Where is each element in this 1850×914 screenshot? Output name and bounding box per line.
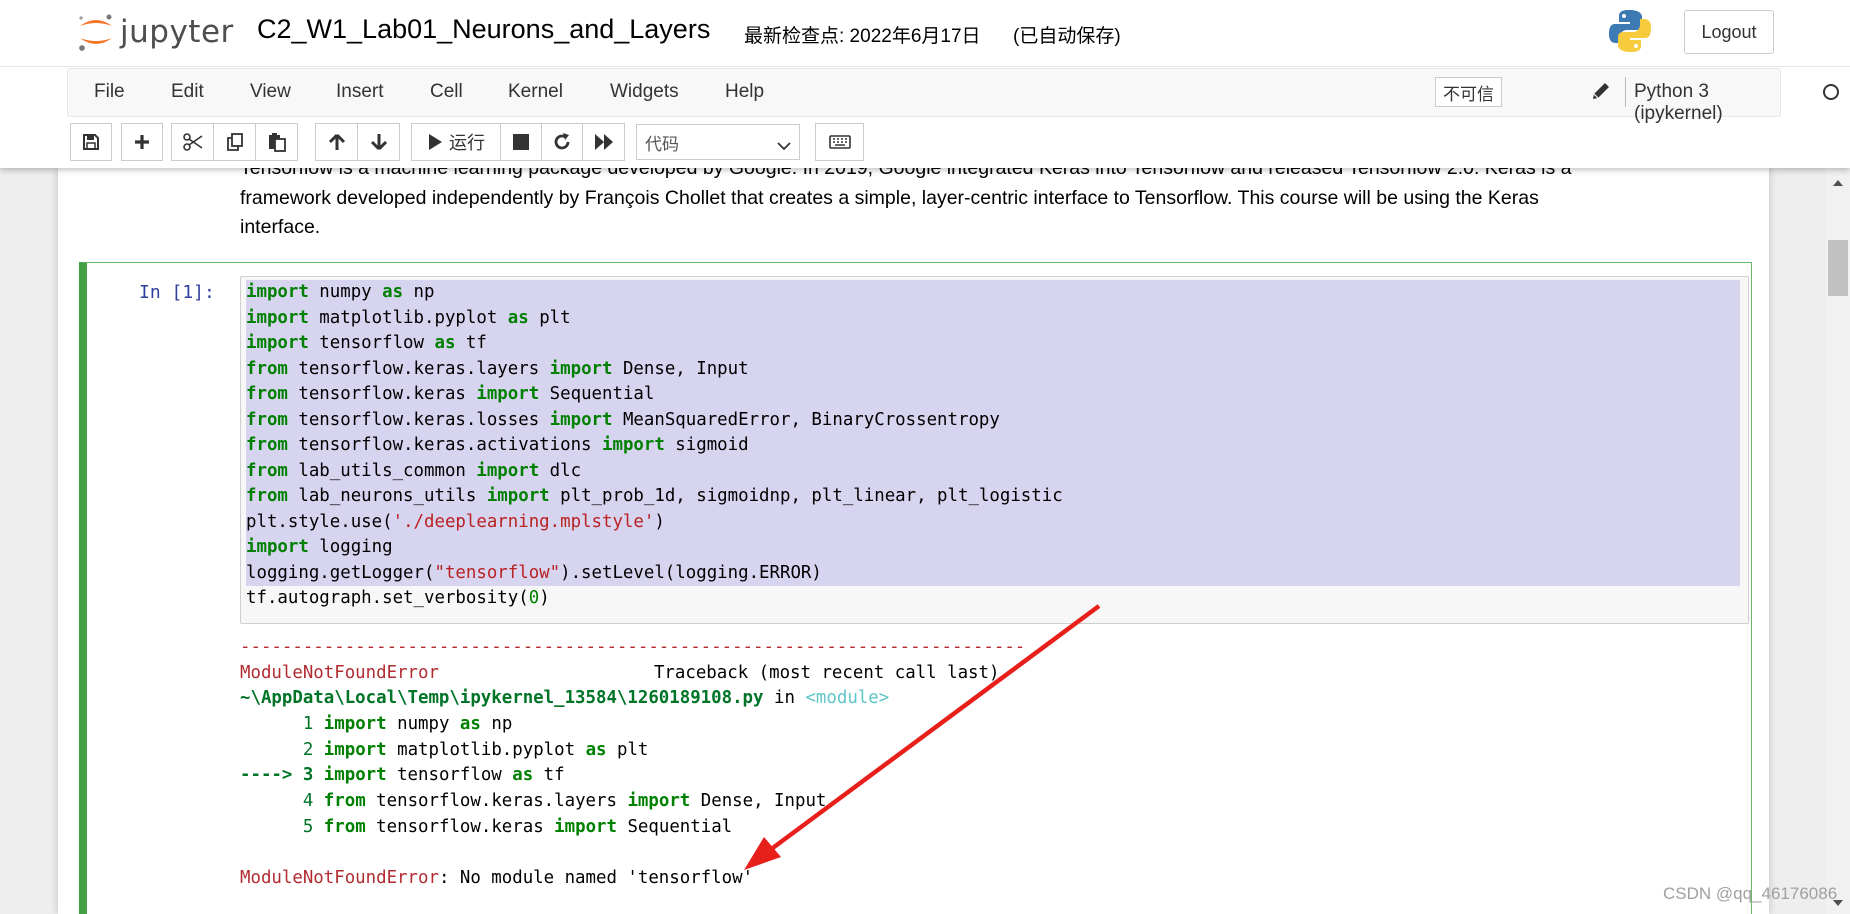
restart-icon [552,132,572,152]
code-line: from tensorflow.keras.losses import Mean… [246,407,1740,433]
autosave-status: (已自动保存) [1013,26,1121,47]
scrollbar-thumb[interactable] [1828,240,1848,296]
traceback-line: 2 import matplotlib.pyplot as plt [302,739,649,760]
error-name: ModuleNotFoundError [240,662,439,683]
final-error-message: : No module named 'tensorflow' [438,868,754,889]
header-top-bar: jupyter C2_W1_Lab01_Neurons_and_Layers 最… [0,0,1850,67]
page-scrollbar[interactable] [1826,168,1850,914]
traceback-header: ModuleNotFoundError Traceback (most recen… [240,661,1640,687]
menu-file[interactable]: File [94,81,125,103]
checkpoint-status: 最新检查点: 2022年6月17日 [744,26,981,47]
save-button[interactable] [70,123,112,161]
plus-icon [133,133,151,151]
markdown-line: Tensorflow is a machine learning package… [240,168,1572,179]
cell-type-dropdown[interactable]: 代码 [636,124,800,160]
cell-type-value: 代码 [645,134,679,154]
kernel-separator [1625,77,1626,107]
final-error-name: ModuleNotFoundError [240,868,439,889]
code-line: import matplotlib.pyplot as plt [246,305,1740,331]
kernel-idle-indicator [1823,84,1839,100]
code-line: plt.style.use('./deeplearning.mplstyle') [246,509,1740,535]
notebook-container: Tensorflow is a machine learning package… [58,168,1769,914]
in-word: in [774,688,795,709]
move-up-button[interactable] [315,123,358,161]
restart-kernel-button[interactable] [541,123,583,161]
paste-button[interactable] [255,123,298,161]
traceback-lines: 1 import numpy as np 2 import matplotlib… [240,712,1640,840]
code-line: from tensorflow.keras import Sequential [246,382,1740,408]
cut-icon [182,133,203,151]
insert-cell-button[interactable] [121,123,163,161]
file-path: ~\AppData\Local\Temp\ipykernel_13584\126… [240,688,764,709]
traceback-line: 5 from tensorflow.keras import Sequentia… [302,816,733,837]
traceback-line: 1 import numpy as np [302,714,513,735]
restart-run-all-button[interactable] [582,123,625,161]
menu-kernel[interactable]: Kernel [508,81,563,103]
python-logo-icon [1608,8,1652,54]
code-line: from lab_neurons_utils import plt_prob_1… [246,484,1740,510]
code-line: import tensorflow as tf [246,331,1740,357]
logout-button[interactable]: Logout [1684,10,1774,54]
play-icon [427,133,443,151]
move-down-button[interactable] [357,123,400,161]
kernel-name[interactable]: Python 3 (ipykernel) [1634,81,1780,125]
traceback-line: ----> 3 import tensorflow as tf [240,765,565,786]
menu-help[interactable]: Help [725,81,764,103]
pencil-icon[interactable] [1590,80,1612,102]
jupyter-logo[interactable]: jupyter [76,10,234,54]
traceback-separator: ----------------------------------------… [240,637,1026,657]
code-line: tf.autograph.set_verbosity(0) [246,588,550,608]
code-line: from tensorflow.keras.activations import… [246,433,1740,459]
menu-widgets[interactable]: Widgets [610,81,679,103]
arrow-up-icon [328,133,346,151]
keyboard-icon [828,135,851,149]
output-area: ----------------------------------------… [240,635,1640,892]
jupyter-logo-text: jupyter [120,14,234,50]
arrow-down-icon [370,133,388,151]
save-icon [82,133,100,151]
stop-icon [513,134,529,150]
traceback-line: 4 from tensorflow.keras.layers import De… [302,791,827,812]
traceback-file: ~\AppData\Local\Temp\ipykernel_13584\126… [240,686,1640,712]
final-error-line: ModuleNotFoundError: No module named 'te… [240,866,1640,892]
watermark: CSDN @qq_46176086 [1663,884,1838,903]
notebook-header: jupyter C2_W1_Lab01_Neurons_and_Layers 最… [0,0,1850,168]
markdown-line: framework developed independently by Fra… [240,186,1539,209]
menu-insert[interactable]: Insert [336,81,384,103]
fast-forward-icon [594,133,614,151]
code-line: import numpy as np [246,280,1740,306]
code-line: from lab_utils_common import dlc [246,458,1740,484]
code-line: import logging [246,535,1740,561]
copy-button[interactable] [213,123,256,161]
markdown-line: interface. [240,216,321,238]
run-label: 运行 [449,133,485,153]
jupyter-logo-icon [76,12,116,52]
paste-icon [267,132,287,152]
menu-bar: File Edit View Insert Cell Kernel Widget… [67,68,1839,124]
copy-icon [225,132,245,152]
input-prompt: In [1]: [139,282,215,303]
code-cell[interactable]: In [1]: import numpy as np import matplot… [79,262,1752,914]
code-line: logging.getLogger("tensorflow").setLevel… [246,560,1740,586]
trust-indicator[interactable]: 不可信 [1435,77,1502,107]
scroll-up-icon[interactable] [1832,174,1844,192]
menu-edit[interactable]: Edit [171,81,204,103]
traceback-label: Traceback (most recent call last) [653,662,1000,683]
markdown-cell[interactable]: Tensorflow is a machine learning package… [240,168,1740,243]
code-line: from tensorflow.keras.layers import Dens… [246,356,1740,382]
cut-button[interactable] [171,123,214,161]
menu-view[interactable]: View [250,81,291,103]
notebook-title[interactable]: C2_W1_Lab01_Neurons_and_Layers [257,14,710,45]
run-button[interactable]: 运行 [411,123,501,161]
interrupt-button[interactable] [500,123,542,161]
chevron-down-icon [777,136,791,156]
module-tag: <module> [805,688,890,709]
command-palette-button[interactable] [815,123,864,161]
menu-cell[interactable]: Cell [430,81,463,103]
code-editor[interactable]: import numpy as np import matplotlib.pypl… [240,276,1749,624]
code-content[interactable]: import numpy as np import matplotlib.pypl… [246,280,1740,612]
